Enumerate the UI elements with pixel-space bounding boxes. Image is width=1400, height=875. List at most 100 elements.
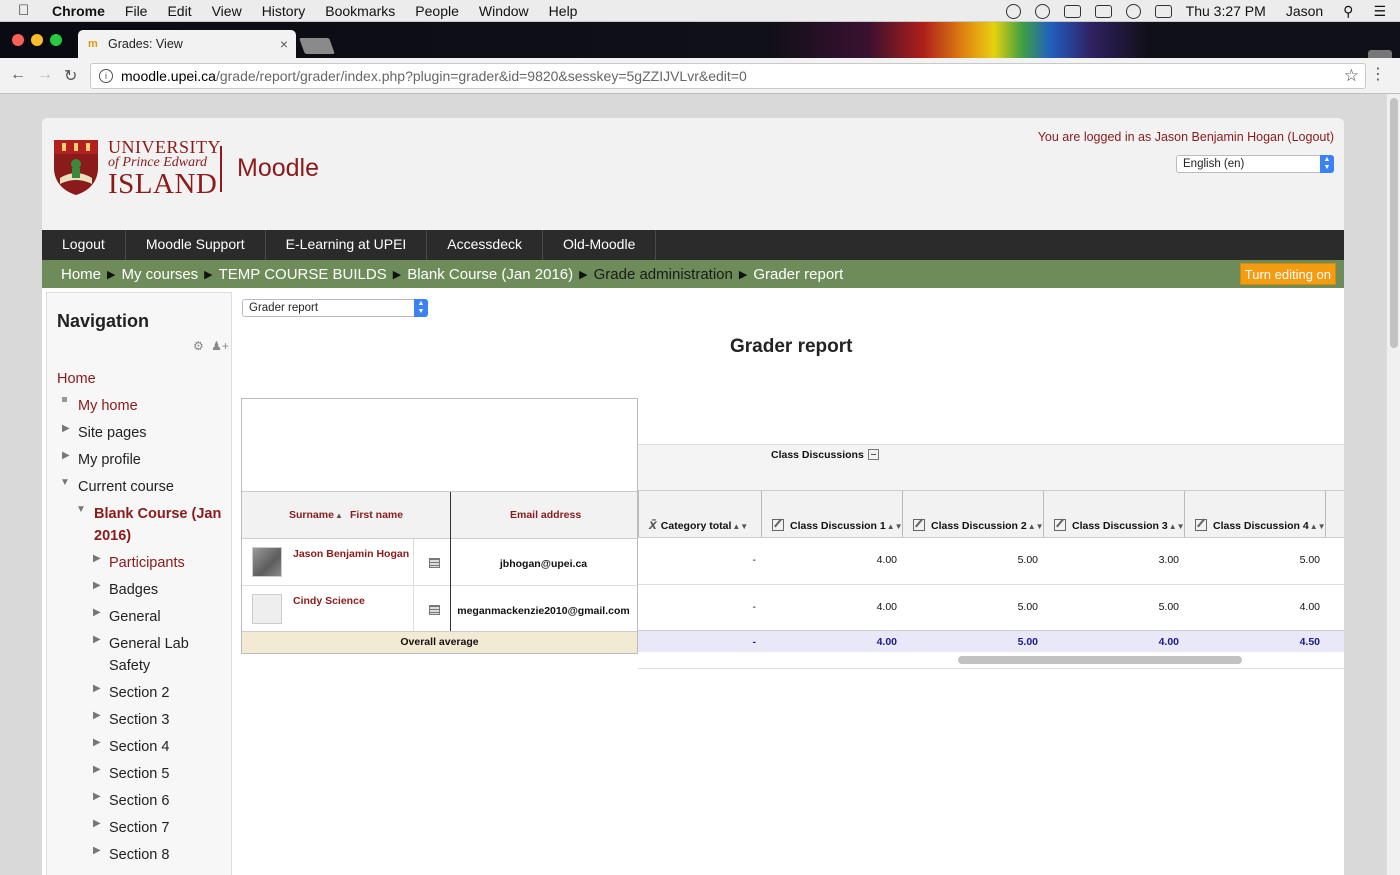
nav-section-4[interactable]: Section 4 [109,736,169,758]
expand-arrow-icon[interactable]: ▶ [93,634,101,645]
nav-site-pages[interactable]: Site pages [78,422,147,444]
sort-first-name[interactable]: First name [350,509,403,521]
grade-cell[interactable]: 4.00 [761,554,897,566]
expand-arrow-icon[interactable]: ▶ [93,764,101,775]
forward-icon[interactable]: → [37,66,53,84]
nav-old-moodle[interactable]: Old-Moodle [543,230,657,260]
site-info-icon[interactable]: i [99,69,113,83]
site-name[interactable]: Moodle [237,154,319,183]
nav-accessdeck[interactable]: Accessdeck [427,230,543,260]
nav-my-home[interactable]: My home [78,395,138,417]
menu-edit[interactable]: Edit [167,3,191,19]
logged-in-info[interactable]: You are logged in as Jason Benjamin Hoga… [1038,130,1334,144]
expand-arrow-icon[interactable]: ▶ [93,818,101,829]
expand-arrow-icon[interactable]: ▶ [93,553,101,564]
crumb-temp-course-builds[interactable]: TEMP COURSE BUILDS [219,266,387,283]
grade-cell[interactable]: 4.00 [761,601,897,613]
sort-email[interactable]: Email address [510,509,581,521]
menu-history[interactable]: History [262,3,306,19]
assign-roles-icon[interactable]: ♟+ [211,339,229,353]
user-report-icon[interactable] [429,558,440,568]
expand-arrow-icon[interactable]: ▶ [93,845,101,856]
status-check-icon[interactable] [1005,3,1021,19]
avatar[interactable] [252,594,282,624]
nav-section-6[interactable]: Section 6 [109,790,169,812]
nav-section-5[interactable]: Section 5 [109,763,169,785]
nav-general-lab-safety[interactable]: General Lab Safety [109,633,189,677]
grade-cell[interactable]: 5.00 [1043,601,1179,613]
scroll-thumb[interactable] [1390,98,1398,348]
user-name-link[interactable]: Jason Benjamin Hogan [293,548,409,560]
bookmark-star-icon[interactable]: ☆ [1344,66,1359,86]
expand-arrow-icon[interactable]: ▶ [93,737,101,748]
menu-help[interactable]: Help [549,3,578,19]
notification-list-icon[interactable]: ☰ [1373,3,1386,20]
report-selector[interactable]: Grader report ▲ ▼ [242,299,428,317]
crumb-home[interactable]: Home [61,266,101,283]
clock[interactable]: Thu 3:27 PM [1186,3,1266,19]
display-icon[interactable] [1094,4,1112,18]
nav-logout[interactable]: Logout [42,230,126,260]
grade-cell[interactable]: 4.00 [1184,601,1320,613]
menu-app[interactable]: Chrome [52,3,105,19]
nav-section-2[interactable]: Section 2 [109,682,169,704]
tab-grades[interactable]: m Grades: View × [78,30,296,58]
sort-surname[interactable]: Surname▲ [289,509,343,521]
expand-arrow-icon[interactable]: ▶ [62,423,70,434]
close-window-icon[interactable] [12,34,24,46]
collapse-arrow-icon[interactable]: ▼ [60,477,70,488]
menu-file[interactable]: File [125,3,148,19]
nav-participants[interactable]: Participants [109,552,185,574]
expand-arrow-icon[interactable]: ▶ [93,580,101,591]
collapse-arrow-icon[interactable]: ▼ [76,504,86,515]
horizontal-scrollbar[interactable] [958,656,1242,664]
nav-section-7[interactable]: Section 7 [109,817,169,839]
expand-arrow-icon[interactable]: ▶ [93,791,101,802]
avatar[interactable] [252,547,282,577]
upei-crest-icon[interactable] [52,138,100,196]
user-report-icon[interactable] [429,605,440,615]
crumb-my-courses[interactable]: My courses [121,266,198,283]
camera-icon[interactable] [1063,4,1081,18]
apple-icon[interactable]:  [18,2,38,19]
grade-cell[interactable]: 3.00 [1043,554,1179,566]
col-class-discussion-1[interactable]: Class Discussion 1▲▼ [772,519,903,532]
new-tab-button[interactable] [299,38,335,54]
edit-grade-item-icon[interactable] [913,519,925,531]
menu-bookmarks[interactable]: Bookmarks [325,3,395,19]
crumb-blank-course[interactable]: Blank Course (Jan 2016) [407,266,573,283]
col-category-total[interactable]: x̄ Category total▲▼ [649,516,748,532]
nav-elearning[interactable]: E-Learning at UPEI [266,230,428,260]
minimize-window-icon[interactable] [31,34,43,46]
menu-people[interactable]: People [415,3,459,19]
user-name-link[interactable]: Cindy Science [293,595,365,607]
close-tab-icon[interactable]: × [280,36,288,52]
back-icon[interactable]: ← [10,66,26,84]
expand-arrow-icon[interactable]: ▶ [93,607,101,618]
col-class-discussion-2[interactable]: Class Discussion 2▲▼ [913,519,1044,532]
expand-arrow-icon[interactable]: ▶ [93,710,101,721]
edit-grade-item-icon[interactable] [1195,519,1207,531]
nav-moodle-support[interactable]: Moodle Support [126,230,266,260]
nav-home[interactable]: Home [57,368,96,390]
crumb-grader-report[interactable]: Grader report [753,266,843,283]
gear-icon[interactable]: ⚙ [193,339,204,353]
grade-cell[interactable]: - [638,554,757,566]
expand-arrow-icon[interactable]: ▶ [62,450,70,461]
menu-window[interactable]: Window [479,3,529,19]
edit-grade-item-icon[interactable] [1054,519,1066,531]
university-logo-text[interactable]: UNIVERSITY of Prince Edward ISLAND [108,138,221,199]
expand-arrow-icon[interactable]: ▶ [93,683,101,694]
nav-blank-course[interactable]: Blank Course (Jan 2016) [94,503,221,547]
maximize-window-icon[interactable] [50,34,62,46]
menu-view[interactable]: View [212,3,242,19]
collapse-category-icon[interactable] [867,449,879,460]
battery-icon[interactable] [1154,4,1172,18]
address-bar[interactable]: i moodle.upei.ca /grade/report/grader/in… [90,63,1366,89]
nav-general[interactable]: General [109,606,161,628]
grade-cell[interactable]: 5.00 [902,554,1038,566]
wifi-icon[interactable] [1125,3,1141,19]
nav-current-course[interactable]: Current course [78,476,174,498]
edit-grade-item-icon[interactable] [772,519,784,531]
turn-editing-on-button[interactable]: Turn editing on [1239,263,1336,285]
